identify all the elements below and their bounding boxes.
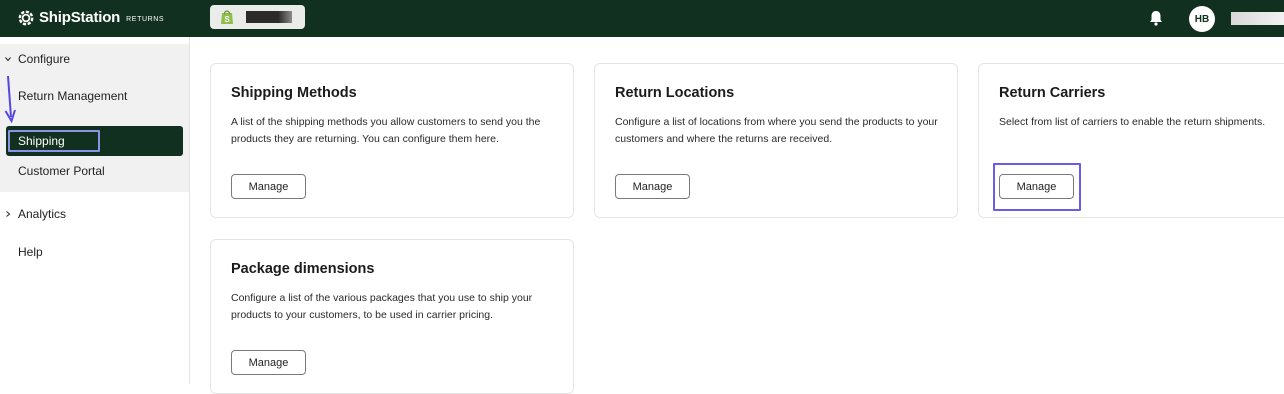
sidebar-item-configure[interactable]: Configure [0, 49, 70, 69]
card-title: Shipping Methods [231, 85, 357, 101]
top-bar: ShipStation RETURNS S HB [0, 0, 1284, 37]
configure-section: Configure Return Management Shipping Cus… [0, 44, 189, 192]
card-return-locations: Return Locations Configure a list of loc… [594, 63, 958, 218]
sidebar-item-label: Analytics [18, 207, 67, 221]
down-arrow-annotation-icon [4, 75, 16, 124]
card-package-dimensions: Package dimensions Configure a list of t… [210, 239, 574, 394]
card-title: Package dimensions [231, 261, 375, 277]
manage-shipping-methods-button[interactable]: Manage [231, 174, 306, 199]
store-selector[interactable]: S [210, 5, 305, 29]
card-return-carriers: Return Carriers Select from list of carr… [978, 63, 1284, 218]
sidebar-item-shipping[interactable]: Shipping [6, 126, 183, 156]
chevron-right-icon [6, 211, 11, 217]
manage-return-locations-button[interactable]: Manage [615, 174, 690, 199]
sidebar-item-label: Shipping [18, 134, 65, 148]
card-shipping-methods: Shipping Methods A list of the shipping … [210, 63, 574, 218]
sidebar-item-analytics[interactable]: Analytics [0, 204, 66, 224]
sidebar: Configure Return Management Shipping Cus… [0, 37, 190, 384]
card-title: Return Locations [615, 85, 735, 101]
card-title: Return Carriers [999, 85, 1106, 101]
sidebar-item-label: Configure [18, 52, 71, 66]
svg-text:S: S [224, 15, 230, 24]
sidebar-item-return-management[interactable]: Return Management [18, 89, 127, 103]
sidebar-item-help[interactable]: Help [18, 245, 43, 259]
user-avatar[interactable]: HB [1189, 6, 1215, 32]
user-name-redacted[interactable] [1231, 12, 1284, 25]
chevron-down-icon [5, 57, 11, 62]
card-description: Select from list of carriers to enable t… [999, 116, 1266, 128]
brand-subtitle: RETURNS [126, 16, 165, 23]
highlight-box [993, 163, 1081, 211]
card-description: Configure a list of the various packages… [231, 292, 533, 321]
card-description: Configure a list of locations from where… [615, 116, 938, 145]
brand-name: ShipStation [39, 9, 121, 26]
notifications-bell-icon[interactable] [1147, 9, 1165, 27]
card-description: A list of the shipping methods you allow… [231, 116, 541, 145]
manage-package-dimensions-button[interactable]: Manage [231, 350, 306, 375]
store-name-redacted [246, 11, 292, 23]
shipstation-gear-icon [18, 10, 34, 25]
sidebar-item-customer-portal[interactable]: Customer Portal [18, 164, 105, 178]
app-logo[interactable]: ShipStation RETURNS [18, 9, 164, 26]
shopify-bag-icon: S [221, 10, 233, 24]
